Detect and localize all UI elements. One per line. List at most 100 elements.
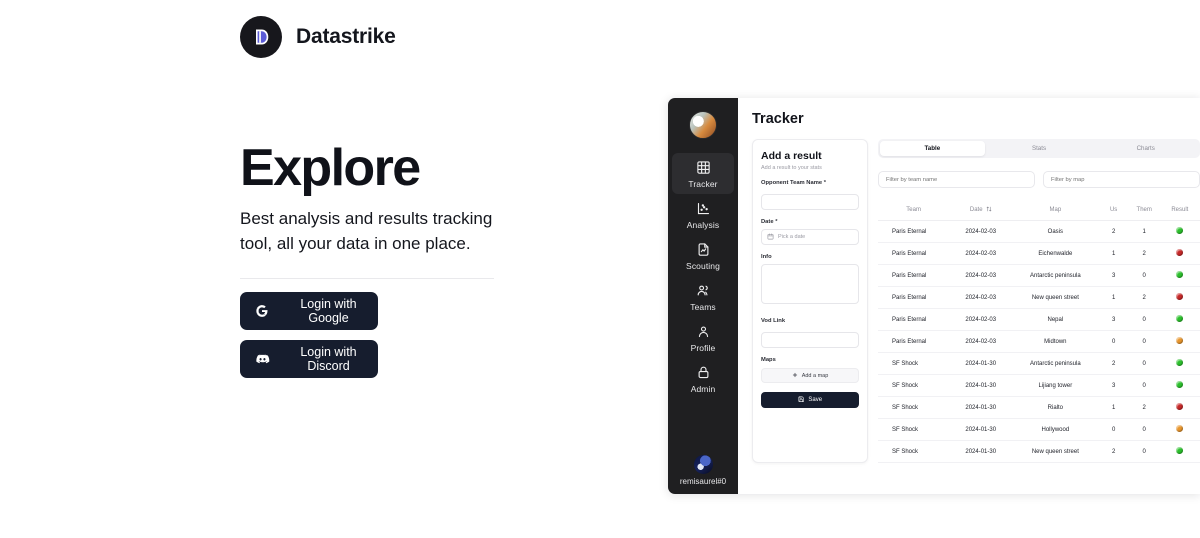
login-with-discord-button[interactable]: Login with Discord [240,340,378,378]
table-row[interactable]: Paris Eternal 2024-02-03 Eichenwalde 1 2 [878,242,1200,265]
column-header-them[interactable]: Them [1128,202,1160,221]
sidebar-item-teams[interactable]: Teams [672,276,734,317]
cell-team: SF Shock [878,352,950,375]
column-header-us[interactable]: Us [1098,202,1129,221]
login-with-google-button[interactable]: Login with Google [240,292,378,330]
hero: Explore Best analysis and results tracki… [240,141,496,280]
result-status-dot-loss [1176,293,1184,300]
maps-label: Maps [761,357,776,363]
cell-them: 0 [1128,440,1160,463]
cell-them: 2 [1128,242,1160,265]
sidebar-item-admin[interactable]: Admin [672,358,734,399]
cell-them: 0 [1128,330,1160,353]
sidebar-item-tracker[interactable]: Tracker [672,153,734,194]
cell-date: 2024-02-03 [949,308,1013,331]
vod-link-input[interactable] [761,332,859,348]
table-row[interactable]: Paris Eternal 2024-02-03 Nepal 3 0 [878,308,1200,331]
cell-team: Paris Eternal [878,242,950,265]
cell-map: New queen street [1012,440,1099,463]
cell-map: Oasis [1012,220,1099,243]
date-picker-button[interactable]: Pick a date [761,229,859,245]
table-row[interactable]: SF Shock 2024-01-30 New queen street 2 0 [878,440,1200,463]
info-textarea[interactable] [761,264,859,304]
table-row[interactable]: Paris Eternal 2024-02-03 New queen street 1… [878,286,1200,309]
filters [878,171,1200,188]
add-a-map-label: Add a map [801,372,829,379]
column-header-date-label: Date [969,207,983,213]
opponent-team-input[interactable] [761,194,859,210]
cell-us: 3 [1098,374,1129,397]
tab-table[interactable]: Table [880,141,985,156]
result-status-dot-win [1176,359,1184,366]
cell-date: 2024-01-30 [949,352,1013,375]
cell-result [1159,352,1200,375]
table-row[interactable]: SF Shock 2024-01-30 Hollywood 0 0 [878,418,1200,441]
table-row[interactable]: Paris Eternal 2024-02-03 Oasis 2 1 [878,220,1200,243]
date-label: Date * [761,219,859,225]
app-preview-window: Tracker Analysis Scouting Teams Profile … [668,98,1200,494]
cell-us: 3 [1098,264,1129,287]
tab-charts[interactable]: Charts [1093,141,1198,156]
brand-name: Datastrike [296,25,396,48]
sidebar-user[interactable]: remisaurel#0 [680,455,726,486]
cell-map: Midtown [1012,330,1099,353]
table-row[interactable]: Paris Eternal 2024-02-03 Antarctic peninsu… [878,264,1200,287]
auth-buttons: Login with Google Login with Discord [240,292,378,378]
column-header-date[interactable]: Date [949,202,1013,221]
table-grid-icon [695,159,712,176]
filter-by-map-input[interactable] [1043,171,1200,188]
view-tabs: Table Stats Charts [878,139,1200,158]
cell-date: 2024-01-30 [949,440,1013,463]
maps-field: Maps Add a map [761,357,859,383]
result-status-dot-draw [1176,425,1184,432]
cell-them: 0 [1128,418,1160,441]
tab-stats[interactable]: Stats [987,141,1092,156]
table-row[interactable]: Paris Eternal 2024-02-03 Midtown 0 0 [878,330,1200,353]
cell-date: 2024-01-30 [949,374,1013,397]
cell-map: Hollywood [1012,418,1099,441]
sidebar: Tracker Analysis Scouting Teams Profile … [668,98,738,494]
opponent-team-label: Opponent Team Name * [761,180,859,186]
column-header-map[interactable]: Map [1012,202,1099,221]
team-avatar[interactable] [689,111,717,139]
sidebar-item-label: Profile [690,343,716,353]
save-button[interactable]: Save [761,392,859,408]
cell-team: SF Shock [878,418,950,441]
hero-subtitle: Best analysis and results tracking tool,… [240,209,493,253]
cell-result [1159,286,1200,309]
filter-by-team-name-input[interactable] [878,171,1035,188]
cell-us: 2 [1098,220,1129,243]
cell-them: 2 [1128,286,1160,309]
brand: Datastrike [240,16,396,58]
column-header-team[interactable]: Team [878,202,950,221]
table-row[interactable]: SF Shock 2024-01-30 Rialto 1 2 [878,396,1200,419]
cell-them: 2 [1128,396,1160,419]
cell-them: 1 [1128,220,1160,243]
cell-us: 0 [1098,330,1129,353]
save-label: Save [808,397,823,403]
cell-map: Antarctic peninsula [1012,264,1099,287]
column-header-result[interactable]: Result [1159,202,1200,221]
sidebar-item-label: Teams [690,302,716,312]
lock-icon [695,364,712,381]
landing-page: Datastrike Explore Best analysis and res… [0,0,1200,538]
add-a-map-button[interactable]: Add a map [761,368,859,383]
sidebar-item-scouting[interactable]: Scouting [672,235,734,276]
result-status-dot-win [1176,447,1184,454]
cell-date: 2024-01-30 [949,418,1013,441]
table-row[interactable]: SF Shock 2024-01-30 Antarctic peninsula 2 0 [878,352,1200,375]
cell-map: Antarctic peninsula [1012,352,1099,375]
date-label-text: Date [761,219,774,225]
tab-stats-label: Stats [1031,145,1047,152]
plus-icon [792,372,798,380]
sidebar-item-profile[interactable]: Profile [672,317,734,358]
sidebar-item-analysis[interactable]: Analysis [672,194,734,235]
results-panel: Table Stats Charts Filter by team name F… [878,139,1200,463]
cell-team: Paris Eternal [878,286,950,309]
result-status-dot-win [1176,227,1184,234]
cell-map: Nepal [1012,308,1099,331]
results-table: Team Date Map Us Them Result Paris Etern… [878,202,1200,463]
tracker-page-title: Tracker [752,111,804,127]
table-header-row: Team Date Map Us Them Result [878,202,1200,221]
table-row[interactable]: SF Shock 2024-01-30 Lijiang tower 3 0 [878,374,1200,397]
